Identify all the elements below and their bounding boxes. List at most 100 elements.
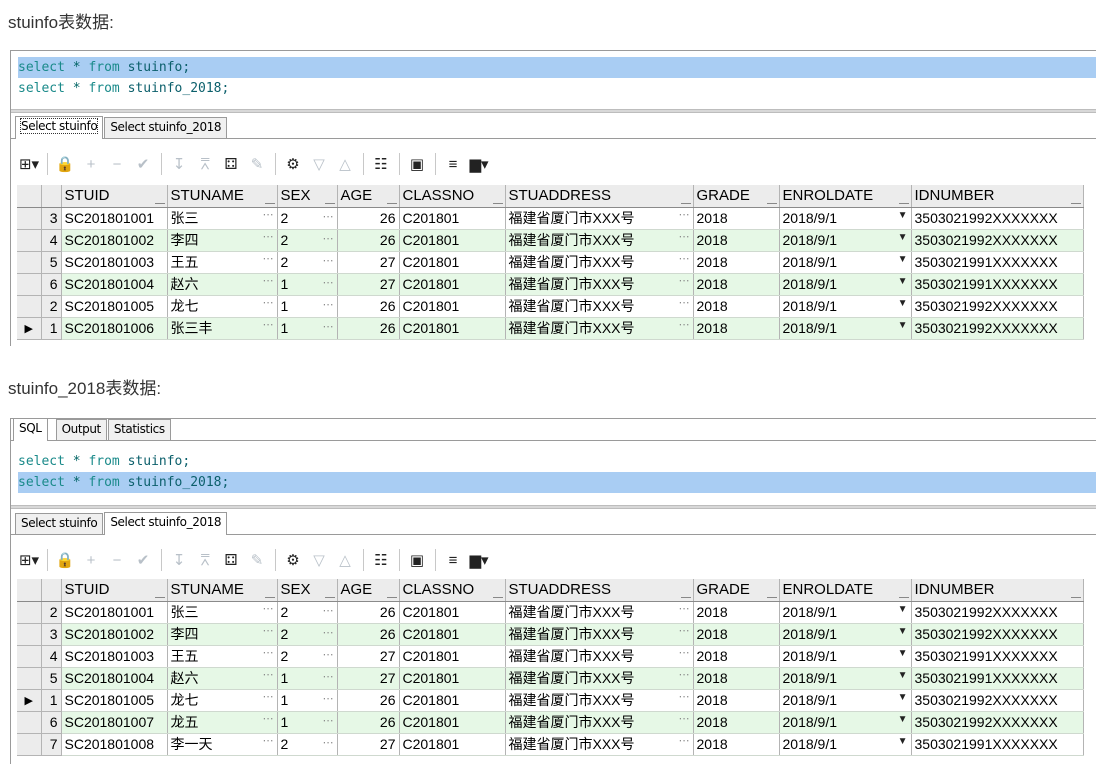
- cell-stuid[interactable]: SC201801003: [61, 645, 168, 668]
- cell-stuname[interactable]: ⋯ 龙七: [167, 689, 278, 712]
- cell-sex[interactable]: ⋯ 2: [277, 207, 338, 230]
- column-header-enroldate[interactable]: ENROLDATE: [779, 579, 912, 602]
- cell-sex[interactable]: ⋯ 1: [277, 667, 338, 690]
- cell-idnumber[interactable]: 3503021992XXXXXXX: [911, 229, 1084, 252]
- cell-stuaddress[interactable]: ⋯ 福建省厦门市XXX号: [505, 733, 694, 756]
- cell-stuid[interactable]: SC201801001: [61, 601, 168, 624]
- cell-classno[interactable]: C201801: [399, 207, 506, 230]
- cell-idnumber[interactable]: 3503021992XXXXXXX: [911, 711, 1084, 734]
- check-icon[interactable]: ✔: [131, 548, 155, 572]
- eraser-icon[interactable]: ✎: [245, 152, 269, 176]
- minus-icon[interactable]: −: [105, 152, 129, 176]
- cell-age[interactable]: 26: [337, 229, 400, 252]
- cell-age[interactable]: 26: [337, 295, 400, 318]
- row-selector[interactable]: [17, 229, 42, 252]
- ellipsis-button[interactable]: ⋯: [679, 318, 690, 331]
- minus-icon[interactable]: −: [105, 548, 129, 572]
- cell-classno[interactable]: C201801: [399, 229, 506, 252]
- ellipsis-button[interactable]: ⋯: [323, 276, 334, 289]
- column-header-stuname[interactable]: STUNAME: [167, 185, 278, 208]
- column-header-sex[interactable]: SEX: [277, 185, 338, 208]
- cell-age[interactable]: 27: [337, 251, 400, 274]
- table-row[interactable]: 6 SC201801004 ⋯ 赵六 ⋯ 1 27 C201801 ⋯ 福建省厦门市XXX号 201…: [17, 273, 1084, 296]
- cell-stuname[interactable]: ⋯ 张三: [167, 207, 278, 230]
- database-icon[interactable]: ≡: [441, 548, 465, 572]
- cell-grade[interactable]: 2018: [693, 667, 780, 690]
- ellipsis-button[interactable]: ⋯: [679, 646, 690, 659]
- cell-enroldate[interactable]: ▼ 2018/9/1: [779, 229, 912, 252]
- cell-enroldate[interactable]: ▼ 2018/9/1: [779, 207, 912, 230]
- cell-sex[interactable]: ⋯ 2: [277, 623, 338, 646]
- cell-stuid[interactable]: SC201801004: [61, 667, 168, 690]
- arrow-up-icon[interactable]: △: [333, 152, 357, 176]
- cell-sex[interactable]: ⋯ 1: [277, 711, 338, 734]
- table-row[interactable]: 7 SC201801008 ⋯ 李一天 ⋯ 2 27 C201801 ⋯ 福建省厦门市XXX号 20…: [17, 733, 1084, 756]
- ellipsis-button[interactable]: ⋯: [323, 648, 334, 661]
- cell-grade[interactable]: 2018: [693, 317, 780, 340]
- grid-icon[interactable]: ⊞▾: [17, 548, 41, 572]
- cell-classno[interactable]: C201801: [399, 251, 506, 274]
- cell-stuaddress[interactable]: ⋯ 福建省厦门市XXX号: [505, 229, 694, 252]
- cell-classno[interactable]: C201801: [399, 601, 506, 624]
- column-header-idnumber[interactable]: IDNUMBER: [911, 185, 1084, 208]
- cell-enroldate[interactable]: ▼ 2018/9/1: [779, 251, 912, 274]
- plus-icon[interactable]: +: [79, 548, 103, 572]
- dropdown-arrow-icon[interactable]: ▼: [898, 254, 908, 265]
- table-row[interactable]: 2 SC201801005 ⋯ 龙七 ⋯ 1 26 C201801 ⋯ 福建省厦门市XXX号 201…: [17, 295, 1084, 318]
- ellipsis-button[interactable]: ⋯: [679, 690, 690, 703]
- cell-stuname[interactable]: ⋯ 李一天: [167, 733, 278, 756]
- dropdown-arrow-icon[interactable]: ▼: [898, 210, 908, 221]
- cell-sex[interactable]: ⋯ 2: [277, 733, 338, 756]
- cell-classno[interactable]: C201801: [399, 317, 506, 340]
- dropdown-arrow-icon[interactable]: ▼: [898, 276, 908, 287]
- cell-age[interactable]: 27: [337, 733, 400, 756]
- cell-age[interactable]: 26: [337, 601, 400, 624]
- row-selector[interactable]: [17, 295, 42, 318]
- eraser-icon[interactable]: ✎: [245, 548, 269, 572]
- ellipsis-button[interactable]: ⋯: [263, 296, 274, 309]
- cell-stuid[interactable]: SC201801006: [61, 317, 168, 340]
- cell-enroldate[interactable]: ▼ 2018/9/1: [779, 623, 912, 646]
- row-selector[interactable]: [17, 733, 42, 756]
- cell-age[interactable]: 26: [337, 623, 400, 646]
- cell-stuaddress[interactable]: ⋯ 福建省厦门市XXX号: [505, 251, 694, 274]
- cell-stuid[interactable]: SC201801004: [61, 273, 168, 296]
- ellipsis-button[interactable]: ⋯: [323, 298, 334, 311]
- dropdown-arrow-icon[interactable]: ▼: [898, 232, 908, 243]
- ellipsis-button[interactable]: ⋯: [679, 734, 690, 747]
- cell-stuid[interactable]: SC201801008: [61, 733, 168, 756]
- cell-stuaddress[interactable]: ⋯ 福建省厦门市XXX号: [505, 273, 694, 296]
- database-icon[interactable]: ≡: [441, 152, 465, 176]
- cell-idnumber[interactable]: 3503021991XXXXXXX: [911, 273, 1084, 296]
- tab-statistics[interactable]: Statistics: [107, 419, 171, 440]
- table-row[interactable]: 4 SC201801002 ⋯ 李四 ⋯ 2 26 C201801 ⋯ 福建省厦门市XXX号 201…: [17, 229, 1084, 252]
- tab-select-stuinfo[interactable]: Select stuinfo: [15, 513, 104, 534]
- save-icon[interactable]: ▣: [405, 548, 429, 572]
- cell-stuname[interactable]: ⋯ 龙五: [167, 711, 278, 734]
- cell-age[interactable]: 26: [337, 689, 400, 712]
- check-icon[interactable]: ✔: [131, 152, 155, 176]
- column-header-stuid[interactable]: STUID: [61, 579, 168, 602]
- cell-age[interactable]: 27: [337, 273, 400, 296]
- ellipsis-button[interactable]: ⋯: [323, 626, 334, 639]
- dropdown-arrow-icon[interactable]: ▼: [898, 320, 908, 331]
- sql-line-1[interactable]: select * from stuinfo;: [18, 57, 1096, 78]
- query-icon[interactable]: ⚙: [281, 152, 305, 176]
- sql-line-2[interactable]: select * from stuinfo_2018;: [18, 78, 1096, 99]
- ellipsis-button[interactable]: ⋯: [263, 734, 274, 747]
- cell-stuaddress[interactable]: ⋯ 福建省厦门市XXX号: [505, 317, 694, 340]
- ellipsis-button[interactable]: ⋯: [263, 274, 274, 287]
- dropdown-arrow-icon[interactable]: ▼: [898, 736, 908, 747]
- ellipsis-button[interactable]: ⋯: [323, 736, 334, 749]
- ellipsis-button[interactable]: ⋯: [323, 604, 334, 617]
- tab-output[interactable]: Output: [55, 419, 107, 440]
- ellipsis-button[interactable]: ⋯: [323, 320, 334, 333]
- sql-line-2[interactable]: select * from stuinfo_2018;: [18, 472, 1096, 493]
- tab-select-stuinfo[interactable]: Select stuinfo: [15, 116, 104, 139]
- cell-stuid[interactable]: SC201801002: [61, 229, 168, 252]
- cell-age[interactable]: 27: [337, 667, 400, 690]
- row-pointer-icon[interactable]: ▶: [17, 689, 42, 712]
- cell-stuaddress[interactable]: ⋯ 福建省厦门市XXX号: [505, 623, 694, 646]
- query-icon[interactable]: ⚙: [281, 548, 305, 572]
- ellipsis-button[interactable]: ⋯: [263, 602, 274, 615]
